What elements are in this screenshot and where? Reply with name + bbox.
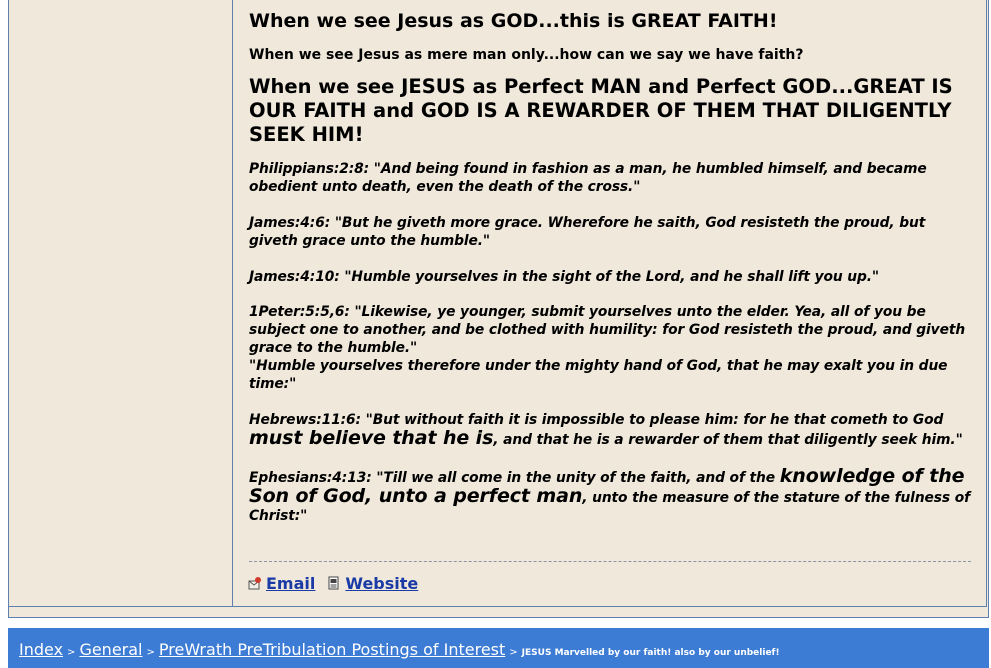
verse-james-4-6: James:4:6: "But he giveth more grace. Wh…	[249, 215, 926, 249]
verse-ephesians-start: Ephesians:4:13: "Till we all come in the…	[249, 470, 780, 486]
breadcrumb-general[interactable]: General	[79, 640, 142, 659]
email-link[interactable]: Email	[266, 574, 315, 593]
website-link[interactable]: Website	[345, 574, 418, 593]
breadcrumb-separator: >	[146, 647, 155, 658]
breadcrumb: Index > General > PreWrath PreTribulatio…	[19, 640, 780, 659]
website-icon[interactable]	[327, 576, 341, 590]
post-actions: Email Website	[248, 572, 430, 594]
verse-hebrews-emphasis: must believe that he is	[249, 427, 494, 449]
breadcrumb-bar: Index > General > PreWrath PreTribulatio…	[8, 628, 989, 668]
verse-james-4-10: James:4:10: "Humble yourselves in the si…	[249, 269, 880, 285]
breadcrumb-separator: >	[67, 647, 76, 658]
breadcrumb-separator: >	[509, 647, 518, 658]
verse-ephesians: Ephesians:4:13: "Till we all come in the…	[249, 467, 971, 525]
breadcrumb-index[interactable]: Index	[19, 640, 63, 659]
breadcrumb-current-topic: JESUS Marvelled by our faith! also by ou…	[521, 648, 780, 658]
table-divider	[9, 606, 987, 607]
verse-hebrews: Hebrews:11:6: "But without faith it is i…	[249, 411, 971, 449]
verse-hebrews-end: , and that he is a rewarder of them that…	[493, 432, 963, 448]
verse-1peter-5-6: "Humble yourselves therefore under the m…	[249, 358, 948, 392]
heading-great-faith: When we see Jesus as GOD...this is GREAT…	[249, 10, 778, 32]
post-content: When we see Jesus as GOD...this is GREAT…	[249, 8, 971, 525]
signature-divider	[249, 561, 971, 562]
verse-hebrews-start: Hebrews:11:6: "But without faith it is i…	[249, 412, 944, 428]
email-icon[interactable]	[248, 576, 262, 590]
author-column	[9, 0, 233, 607]
verse-1peter-5-5: 1Peter:5:5,6: "Likewise, ye younger, sub…	[249, 304, 966, 356]
breadcrumb-forum[interactable]: PreWrath PreTribulation Postings of Inte…	[159, 640, 505, 659]
question-line: When we see Jesus as mere man only...how…	[249, 47, 804, 63]
heading-rewarder: When we see JESUS as Perfect MAN and Per…	[249, 75, 953, 146]
verse-philippians: Philippians:2:8: "And being found in fas…	[249, 161, 927, 195]
